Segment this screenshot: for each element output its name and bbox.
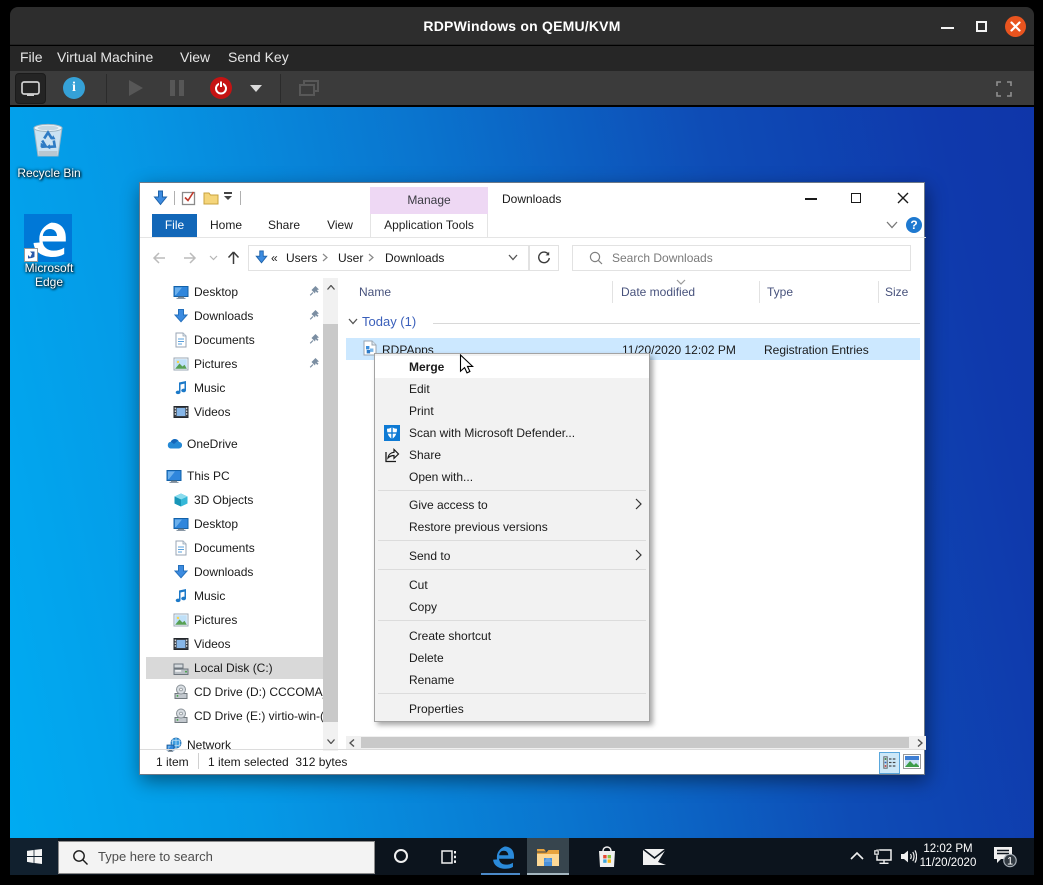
svg-text:1: 1 <box>1007 856 1013 868</box>
